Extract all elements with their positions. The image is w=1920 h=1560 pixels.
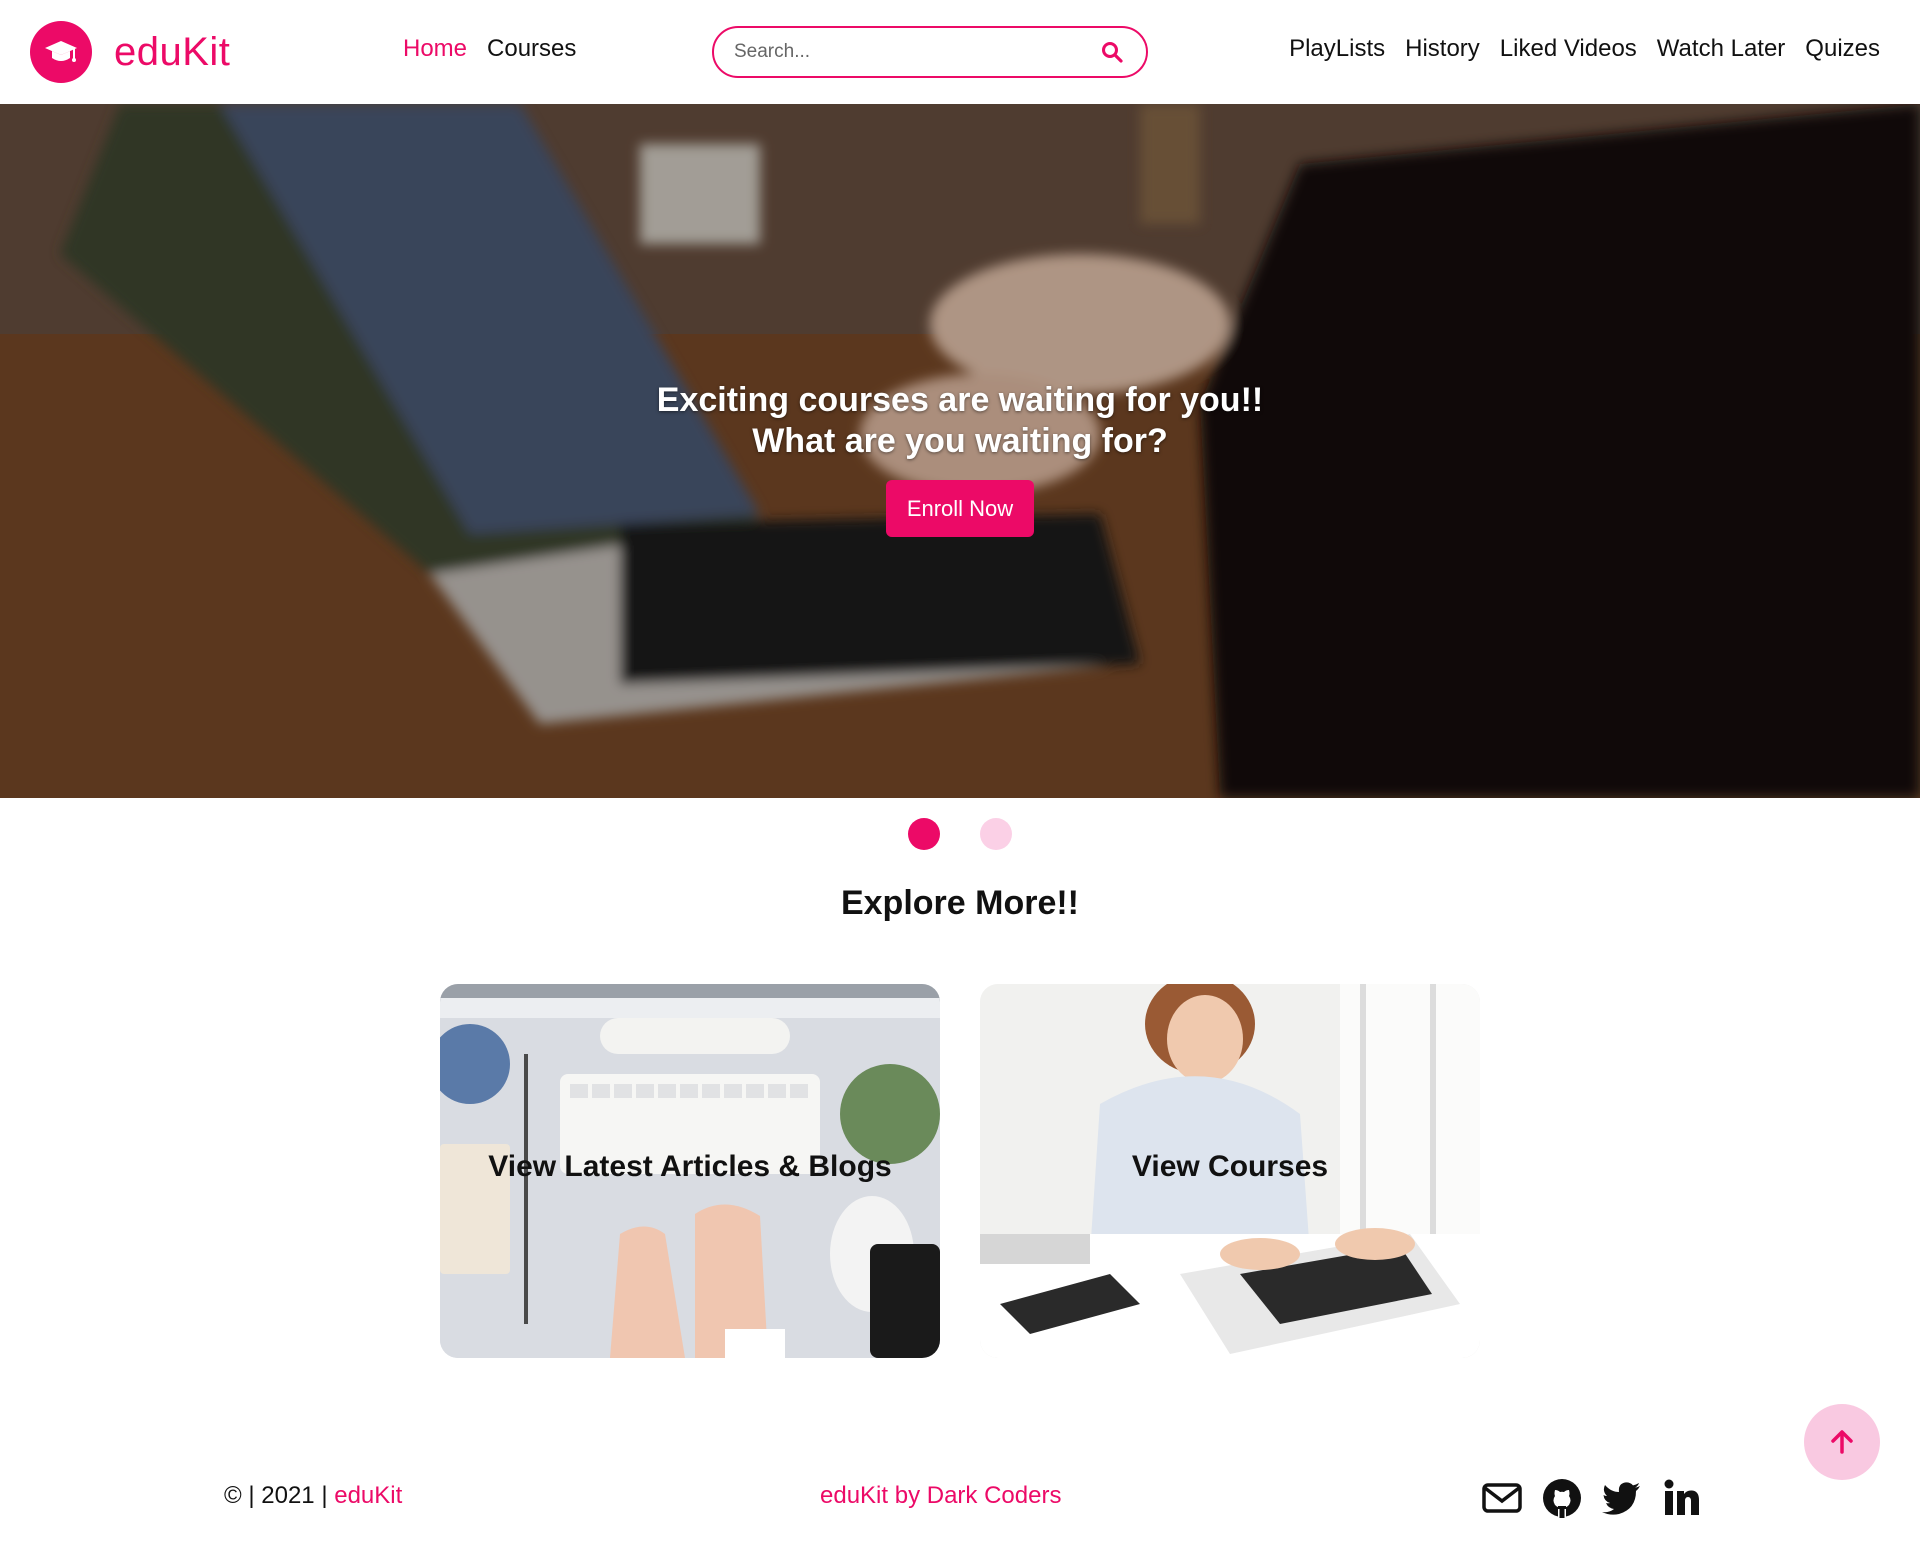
graduation-cap-icon (30, 21, 92, 83)
nav-watch-later[interactable]: Watch Later (1657, 35, 1786, 63)
github-icon[interactable] (1542, 1478, 1582, 1518)
twitter-icon[interactable] (1602, 1478, 1642, 1518)
search-bar (712, 26, 1148, 78)
carousel-indicators (0, 818, 1920, 850)
nav-home[interactable]: Home (403, 35, 467, 63)
brand-link[interactable]: eduKit (30, 21, 230, 83)
hero-headline: Exciting courses are waiting for you!! W… (0, 380, 1920, 462)
footer-credit: eduKit by Dark Coders (820, 1482, 1062, 1509)
navbar: eduKit Home Courses PlayLists History Li… (0, 0, 1920, 104)
carousel-dot-2[interactable] (980, 818, 1012, 850)
nav-history[interactable]: History (1405, 35, 1480, 63)
primary-nav: Home Courses (403, 35, 576, 63)
copyright-text: © | 2021 | (224, 1482, 335, 1509)
hero-line-2: What are you waiting for? (752, 422, 1168, 460)
articles-blogs-card[interactable]: View Latest Articles & Blogs (440, 984, 940, 1358)
explore-title: Explore More!! (840, 884, 1080, 922)
back-to-top-button[interactable] (1804, 1404, 1880, 1480)
courses-card[interactable]: View Courses (980, 984, 1480, 1358)
enroll-now-button[interactable]: Enroll Now (886, 480, 1034, 537)
linkedin-icon[interactable] (1662, 1478, 1702, 1518)
secondary-nav: PlayLists History Liked Videos Watch Lat… (1289, 35, 1880, 63)
social-links (1482, 1478, 1702, 1518)
search-input[interactable] (734, 41, 1098, 63)
articles-blogs-label: View Latest Articles & Blogs (488, 1150, 892, 1183)
footer-copyright: © | 2021 | eduKit (224, 1482, 402, 1510)
arrow-up-icon (1831, 1430, 1853, 1454)
nav-quizes[interactable]: Quizes (1805, 35, 1880, 63)
mail-icon[interactable] (1482, 1478, 1522, 1518)
hero-line-1: Exciting courses are waiting for you!! (656, 381, 1264, 419)
search-icon[interactable] (1098, 38, 1126, 66)
brand-name: eduKit (114, 29, 231, 74)
nav-liked-videos[interactable]: Liked Videos (1500, 35, 1637, 63)
carousel-dot-1[interactable] (908, 818, 940, 850)
footer-brand-link[interactable]: eduKit (334, 1482, 402, 1509)
hero-carousel: Exciting courses are waiting for you!! W… (0, 104, 1920, 798)
nav-courses[interactable]: Courses (487, 35, 576, 63)
nav-playlists[interactable]: PlayLists (1289, 35, 1385, 63)
courses-label: View Courses (1131, 1150, 1329, 1183)
